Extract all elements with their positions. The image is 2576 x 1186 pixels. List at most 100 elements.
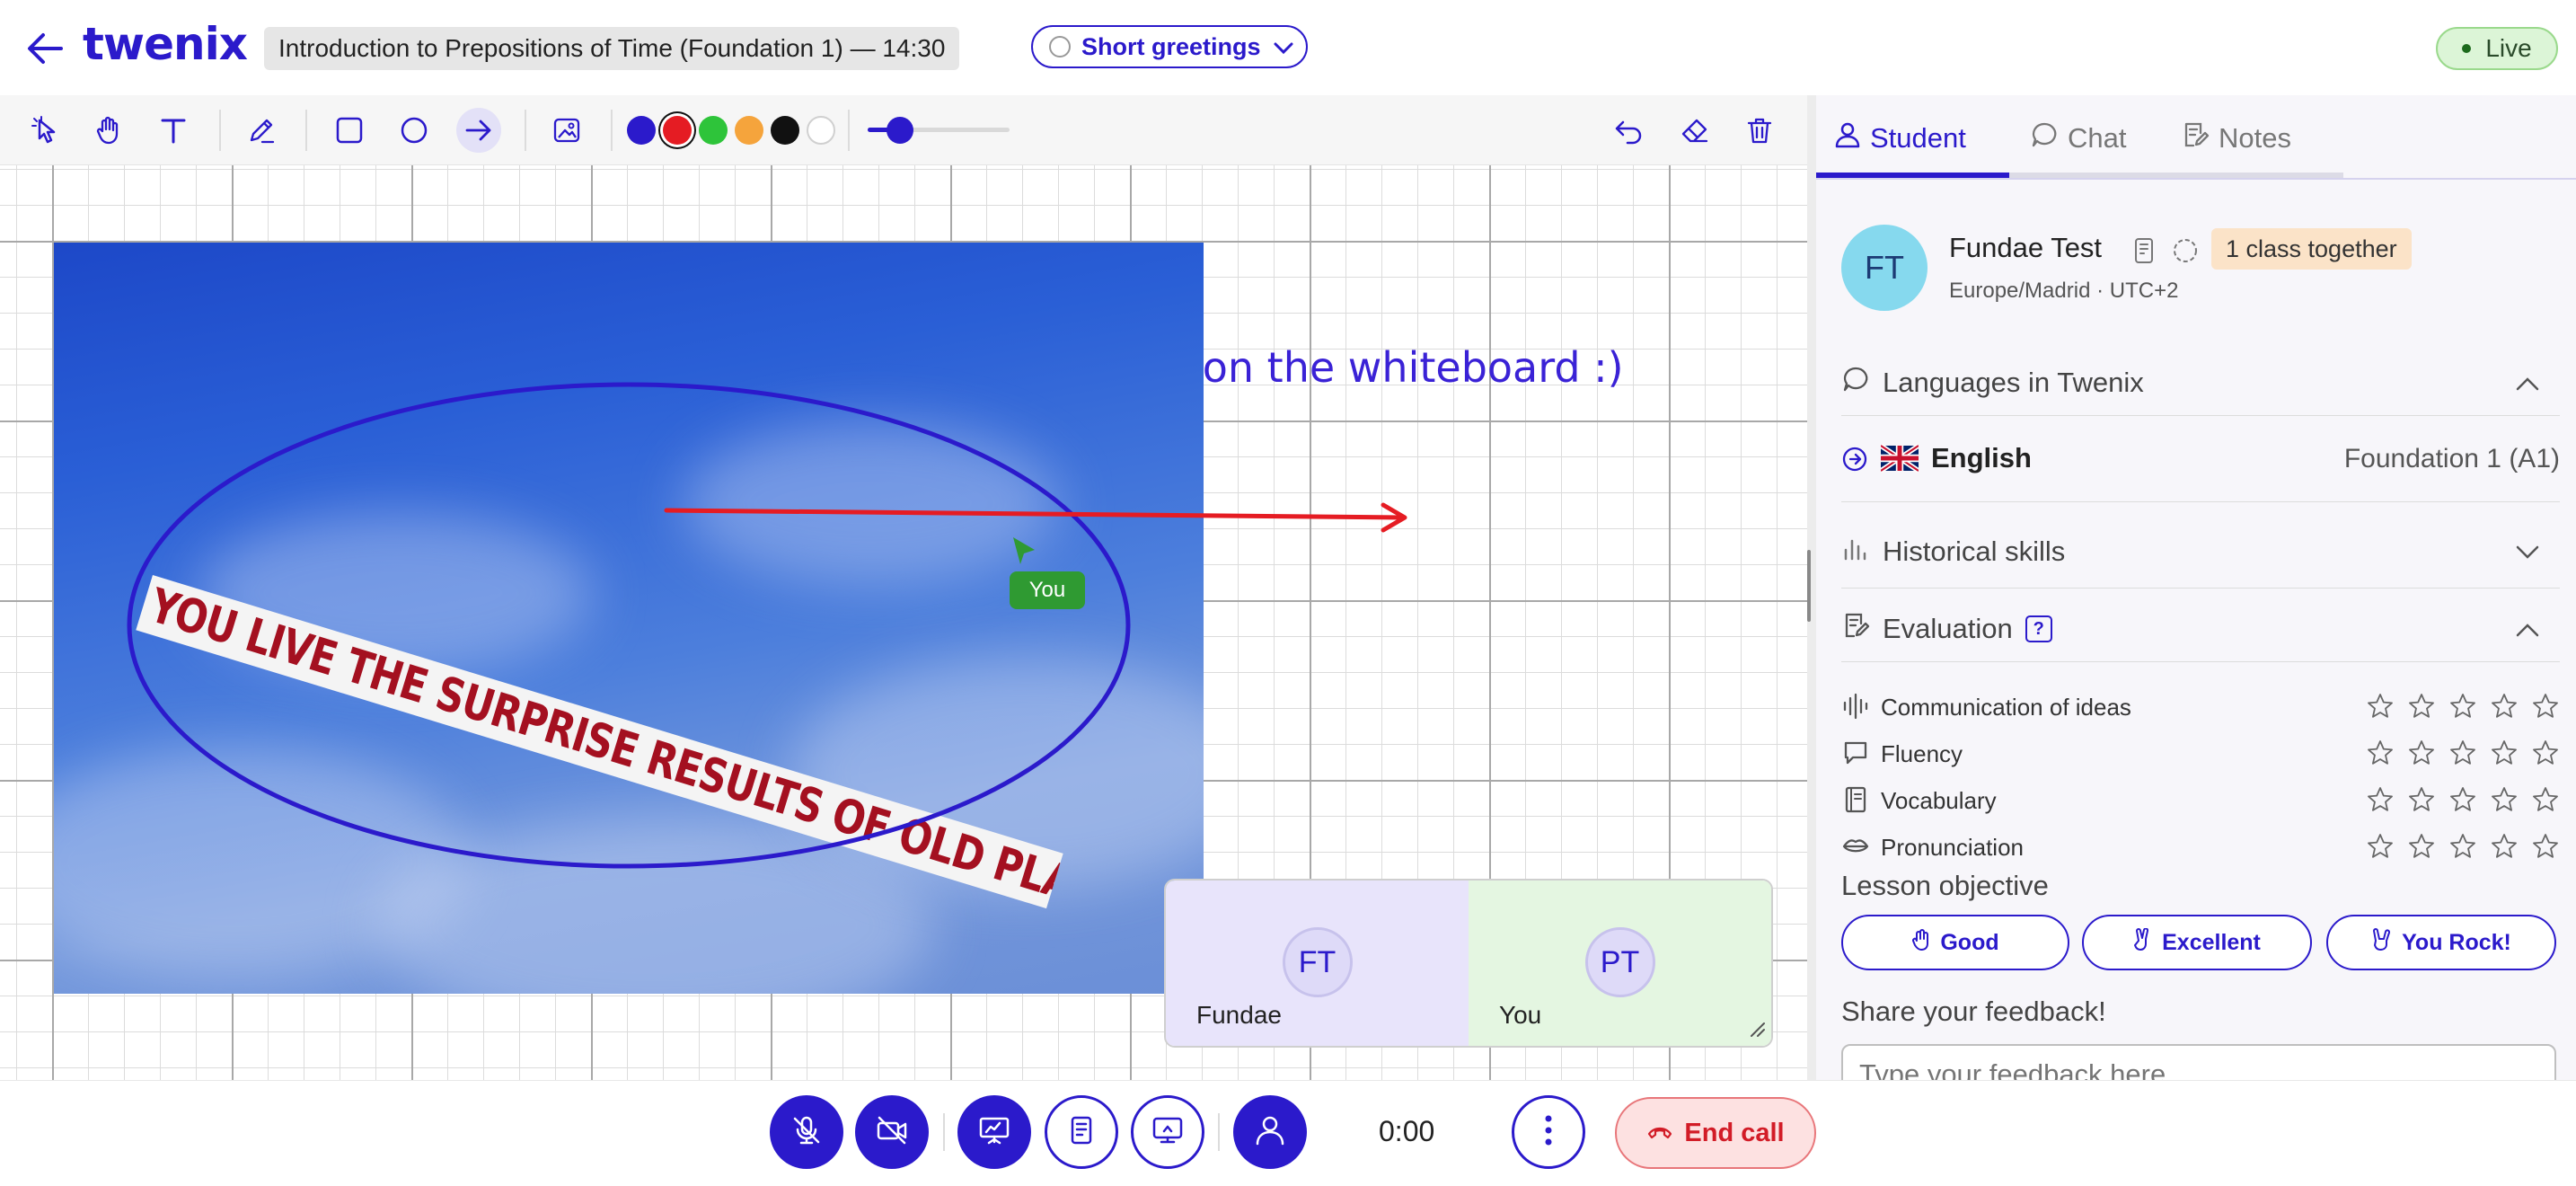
feedback-input[interactable] [1841, 1044, 2556, 1080]
evaluation-icon [1841, 611, 1870, 647]
language-row[interactable]: English Foundation 1 (A1) [1841, 437, 2560, 482]
lips-icon [1841, 832, 1870, 865]
chevron-up-icon[interactable] [2515, 367, 2540, 399]
camera-off-button[interactable] [855, 1095, 929, 1169]
hand-icon[interactable] [86, 108, 131, 153]
rectangle-icon[interactable] [327, 108, 372, 153]
color-swatch-blue[interactable] [627, 116, 656, 145]
tab-label: Chat [2068, 122, 2127, 154]
text-icon[interactable] [151, 108, 196, 153]
whiteboard-canvas[interactable]: o on the whiteboard :) YOU LIVE THE SURP… [0, 165, 1807, 1080]
toolbar-divider [611, 110, 613, 151]
help-badge[interactable]: ? [2025, 615, 2052, 642]
tab-notes[interactable]: Notes [2181, 119, 2291, 158]
historical-skills-header[interactable]: Historical skills [1841, 534, 2560, 570]
star-rating-icon[interactable] [2407, 739, 2436, 772]
star-rating-icon[interactable] [2366, 739, 2395, 772]
end-call-label: End call [1684, 1118, 1785, 1147]
evaluation-row: Fluency [1841, 737, 2560, 773]
star-rating[interactable] [2366, 739, 2560, 772]
tab-chat[interactable]: Chat [2030, 119, 2126, 158]
classes-together-badge: 1 class together [2211, 228, 2412, 270]
pencil-icon[interactable] [239, 108, 284, 153]
participant-view-button[interactable] [1233, 1095, 1307, 1169]
more-vertical-icon [1543, 1112, 1554, 1153]
hand-wave-icon [1911, 928, 1931, 958]
color-swatch-white[interactable] [807, 116, 835, 145]
document-button[interactable] [1045, 1095, 1118, 1169]
you-rock-button[interactable]: You Rock! [2326, 915, 2556, 970]
star-rating-icon[interactable] [2531, 832, 2560, 865]
chevron-down-icon[interactable] [2515, 535, 2540, 568]
more-options-button[interactable] [1512, 1095, 1585, 1169]
circle-icon[interactable] [392, 108, 437, 153]
mute-microphone-button[interactable] [770, 1095, 843, 1169]
document-icon [1065, 1114, 1098, 1151]
star-rating-icon[interactable] [2366, 832, 2395, 865]
call-controls: 0:00 End call [0, 1080, 2576, 1186]
star-rating-icon[interactable] [2366, 692, 2395, 725]
star-rating-icon[interactable] [2531, 785, 2560, 819]
toolbar-divider [525, 110, 526, 151]
video-tile-student[interactable]: FT Fundae [1166, 881, 1469, 1046]
star-rating-icon[interactable] [2407, 832, 2436, 865]
star-rating[interactable] [2366, 785, 2560, 819]
whiteboard-button[interactable] [957, 1095, 1031, 1169]
star-rating-icon[interactable] [2531, 692, 2560, 725]
star-rating-icon[interactable] [2531, 739, 2560, 772]
star-rating-icon[interactable] [2490, 739, 2519, 772]
image-icon[interactable] [544, 108, 589, 153]
chevron-up-icon[interactable] [2515, 613, 2540, 645]
drawn-ellipse[interactable] [127, 382, 1131, 869]
tab-indicator [1816, 173, 2009, 178]
star-rating-icon[interactable] [2366, 785, 2395, 819]
color-swatch-orange[interactable] [735, 116, 763, 145]
tab-label: Notes [2219, 122, 2291, 154]
undo-icon[interactable] [1606, 108, 1651, 153]
star-rating-icon[interactable] [2448, 692, 2477, 725]
screen-share-button[interactable] [1131, 1095, 1204, 1169]
star-rating-icon[interactable] [2407, 785, 2436, 819]
star-rating-icon[interactable] [2448, 739, 2477, 772]
star-rating[interactable] [2366, 832, 2560, 865]
rock-hand-icon [2371, 927, 2393, 958]
star-rating-icon[interactable] [2490, 832, 2519, 865]
star-rating[interactable] [2366, 692, 2560, 725]
back-arrow-icon[interactable] [25, 31, 65, 66]
select-icon[interactable] [23, 108, 68, 153]
tab-student[interactable]: Student [1834, 119, 1966, 158]
color-swatch-green[interactable] [699, 116, 728, 145]
star-rating-icon[interactable] [2407, 692, 2436, 725]
language-level: Foundation 1 (A1) [2343, 444, 2560, 474]
eraser-icon[interactable] [1672, 108, 1717, 153]
trash-icon[interactable] [1737, 108, 1782, 153]
evaluation-header[interactable]: Evaluation ? [1841, 611, 2560, 647]
resize-handle-icon[interactable] [1746, 1018, 1766, 1042]
panel-resize-handle[interactable] [1807, 550, 1811, 622]
star-rating-icon[interactable] [2448, 785, 2477, 819]
languages-section-header[interactable]: Languages in Twenix [1841, 365, 2560, 401]
evaluation-label: Communication of ideas [1881, 694, 2131, 721]
microphone-off-icon [789, 1112, 825, 1153]
color-swatch-red[interactable] [663, 116, 692, 145]
video-tile-self[interactable]: PT You [1469, 881, 1771, 1046]
tab-track [2009, 173, 2343, 178]
star-rating-icon[interactable] [2490, 785, 2519, 819]
panel-tabs: Student Chat Notes [1816, 95, 2576, 180]
excellent-button[interactable]: Excellent [2082, 915, 2312, 970]
video-tiles[interactable]: FT Fundae PT You [1164, 879, 1773, 1048]
end-call-button[interactable]: End call [1615, 1097, 1816, 1169]
divider [1841, 501, 2560, 502]
color-swatch-black[interactable] [771, 116, 799, 145]
status-circle-icon [1049, 36, 1071, 58]
participant-name: Fundae [1196, 1001, 1282, 1029]
drawn-arrow[interactable] [664, 502, 1407, 533]
good-button[interactable]: Good [1841, 915, 2069, 970]
evaluation-row: Vocabulary [1841, 783, 2560, 819]
chat-icon [2030, 120, 2059, 156]
avatar: FT [1282, 927, 1353, 997]
activity-dropdown[interactable]: Short greetings [1031, 25, 1308, 68]
star-rating-icon[interactable] [2490, 692, 2519, 725]
star-rating-icon[interactable] [2448, 832, 2477, 865]
arrow-icon[interactable] [456, 108, 501, 153]
